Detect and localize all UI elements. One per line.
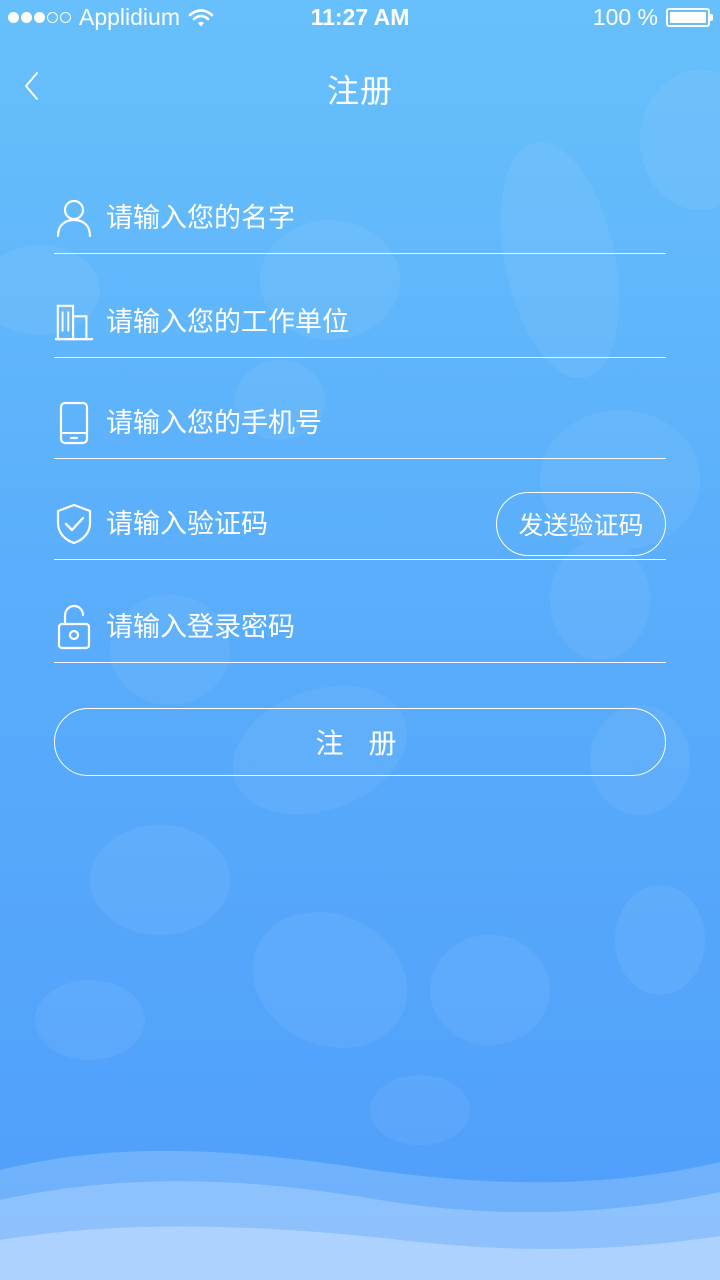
- battery-percent: 100 %: [592, 4, 658, 30]
- user-icon: [54, 196, 94, 240]
- lock-icon: [54, 604, 94, 650]
- navigation-bar: 注册: [0, 60, 720, 112]
- name-input[interactable]: [106, 196, 526, 240]
- page-title: 注册: [326, 72, 393, 110]
- status-bar-right: 100 %: [592, 4, 713, 31]
- phone-input[interactable]: [106, 401, 526, 445]
- battery-level: [670, 12, 706, 23]
- wave-decoration: [0, 1150, 720, 1280]
- code-field-row: 发送验证码: [54, 492, 666, 560]
- code-input[interactable]: [106, 502, 406, 546]
- shield-check-icon: [54, 502, 94, 546]
- password-input[interactable]: [106, 605, 526, 649]
- status-bar: Applidium 11:27 AM 100 %: [0, 0, 720, 40]
- company-field-row: [54, 292, 666, 358]
- password-field-row: [54, 597, 666, 663]
- battery-icon: [666, 8, 713, 27]
- company-input[interactable]: [106, 300, 526, 344]
- phone-field-row: [54, 393, 666, 459]
- name-field-row: [54, 188, 666, 254]
- register-button[interactable]: 注 册: [54, 708, 666, 776]
- building-icon: [54, 300, 94, 344]
- register-screen: Applidium 11:27 AM 100 % 注册 请输入您的名字 请输入您…: [0, 0, 720, 1280]
- phone-icon: [54, 401, 94, 445]
- send-code-button[interactable]: 发送验证码: [496, 492, 666, 556]
